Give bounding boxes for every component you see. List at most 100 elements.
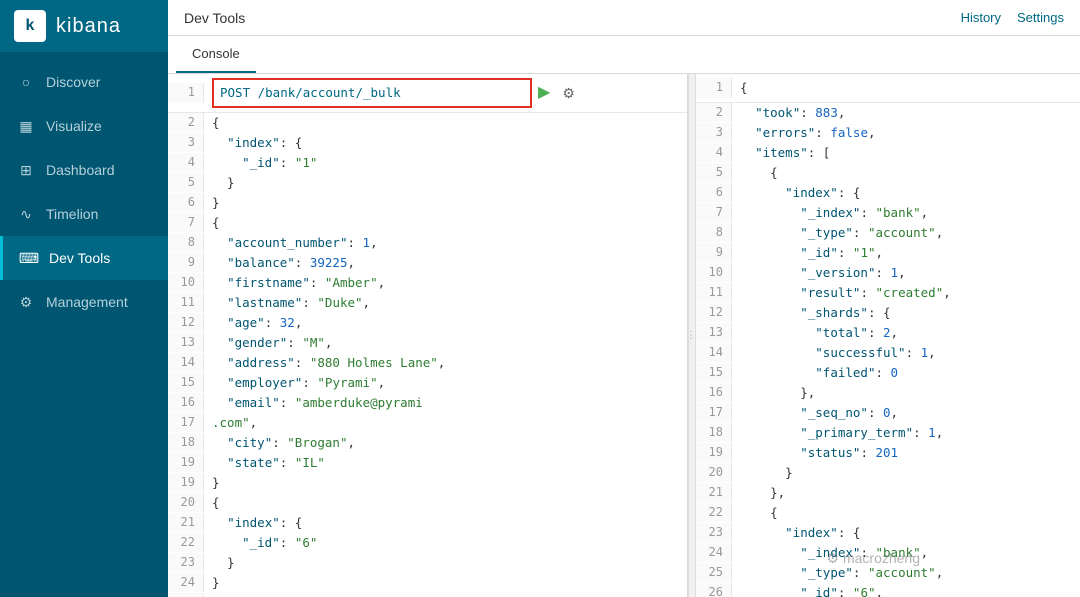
code-line: 9 "balance": 39225, — [168, 253, 687, 273]
line-content: "index": { — [732, 523, 1080, 543]
line-num: 2 — [168, 113, 204, 132]
code-line: 4 "_id": "1" — [168, 153, 687, 173]
output-pane: 1 { 2 "took": 883, 3 "errors": false, 4 … — [696, 74, 1080, 597]
line-content: "_primary_term": 1, — [732, 423, 1080, 443]
line-content: "_id": "1", — [732, 243, 1080, 263]
line-num: 17 — [168, 413, 204, 432]
output-line: 15 "failed": 0 — [696, 363, 1080, 383]
sidebar-item-discover[interactable]: ○ Discover — [0, 60, 168, 104]
line-content: } — [204, 573, 687, 593]
line-content: "result": "created", — [732, 283, 1080, 303]
line-num: 19 — [168, 473, 204, 492]
output-line: 24 "_index": "bank", — [696, 543, 1080, 563]
output-line: 25 "_type": "account", — [696, 563, 1080, 583]
line-num: 9 — [696, 243, 732, 262]
output-line: 5 { — [696, 163, 1080, 183]
output-line: 7 "_index": "bank", — [696, 203, 1080, 223]
url-input-text: POST /bank/account/_bulk — [214, 80, 407, 106]
output-line: 23 "index": { — [696, 523, 1080, 543]
line-content: "items": [ — [732, 143, 1080, 163]
top-bar: Dev Tools History Settings — [168, 0, 1080, 36]
line-content: "_type": "account", — [732, 563, 1080, 583]
line-num: 18 — [696, 423, 732, 442]
code-line: 20 { — [168, 493, 687, 513]
sidebar-item-visualize[interactable]: ▦ Visualize — [0, 104, 168, 148]
line-content: "index": { — [204, 133, 687, 153]
line-content: } — [204, 193, 687, 213]
line-content: "took": 883, — [732, 103, 1080, 123]
app-name: kibana — [56, 15, 121, 38]
line-num: 26 — [696, 583, 732, 597]
sidebar-item-label: Visualize — [46, 118, 102, 134]
line-num: 21 — [696, 483, 732, 502]
pane-divider[interactable]: ⋮ — [688, 74, 696, 597]
line-num: 13 — [168, 333, 204, 352]
line-content: "employer": "Pyrami", — [204, 373, 687, 393]
app-logo: k kibana — [0, 0, 168, 52]
line-content: "successful": 1, — [732, 343, 1080, 363]
devtools-icon: ⌨ — [19, 248, 39, 268]
line-num: 17 — [696, 403, 732, 422]
line-content: "_id": "1" — [204, 153, 687, 173]
line-content: } — [204, 173, 687, 193]
editor-settings-button[interactable]: ⚙ — [556, 83, 581, 104]
line-num: 16 — [696, 383, 732, 402]
line-num: 3 — [696, 123, 732, 142]
code-line: 21 "index": { — [168, 513, 687, 533]
line-num: 4 — [696, 143, 732, 162]
line-num: 11 — [696, 283, 732, 302]
code-line: 5 } — [168, 173, 687, 193]
tab-console[interactable]: Console — [176, 36, 256, 73]
line-content: "errors": false, — [732, 123, 1080, 143]
output-line: 17 "_seq_no": 0, — [696, 403, 1080, 423]
run-button[interactable]: ▶ — [532, 83, 556, 103]
input-pane: 1 POST /bank/account/_bulk ▶ ⚙ 2 { 3 "in… — [168, 74, 688, 597]
sidebar-item-devtools[interactable]: ⌨ Dev Tools — [0, 236, 168, 280]
dashboard-icon: ⊞ — [16, 160, 36, 180]
line-num: 6 — [168, 193, 204, 212]
code-line: 25 { — [168, 593, 687, 597]
sidebar-item-dashboard[interactable]: ⊞ Dashboard — [0, 148, 168, 192]
output-line: 3 "errors": false, — [696, 123, 1080, 143]
line-content: "firstname": "Amber", — [204, 273, 687, 293]
tabs-bar: Console — [168, 36, 1080, 74]
line-content: { — [732, 503, 1080, 523]
output-editor: 1 { 2 "took": 883, 3 "errors": false, 4 … — [696, 74, 1080, 597]
line-num: 21 — [168, 513, 204, 532]
sidebar-item-timelion[interactable]: ∿ Timelion — [0, 192, 168, 236]
line-content: "failed": 0 — [732, 363, 1080, 383]
output-line: 19 "status": 201 — [696, 443, 1080, 463]
line-num: 3 — [168, 133, 204, 152]
output-line: 1 { — [696, 74, 1080, 103]
output-line: 10 "_version": 1, — [696, 263, 1080, 283]
line-num: 25 — [696, 563, 732, 582]
line-content: }, — [732, 483, 1080, 503]
line-content: "_seq_no": 0, — [732, 403, 1080, 423]
line-content: { — [204, 113, 687, 133]
line-content: { — [204, 213, 687, 233]
code-line: 16 "email": "amberduke@pyrami — [168, 393, 687, 413]
settings-link[interactable]: Settings — [1017, 10, 1064, 25]
management-icon: ⚙ — [16, 292, 36, 312]
line-content: "_id": "6", — [732, 583, 1080, 597]
sidebar-item-label: Dev Tools — [49, 250, 110, 266]
line-content: { — [732, 78, 1080, 98]
line-num: 18 — [168, 433, 204, 452]
code-line: 23 } — [168, 553, 687, 573]
line-content: "age": 32, — [204, 313, 687, 333]
output-line: 26 "_id": "6", — [696, 583, 1080, 597]
sidebar-item-management[interactable]: ⚙ Management — [0, 280, 168, 324]
history-link[interactable]: History — [961, 10, 1001, 25]
line-num: 8 — [696, 223, 732, 242]
line-content: "_version": 1, — [732, 263, 1080, 283]
url-input-box[interactable]: POST /bank/account/_bulk — [212, 78, 532, 108]
line-num: 6 — [696, 183, 732, 202]
line-content: }, — [732, 383, 1080, 403]
output-line: 22 { — [696, 503, 1080, 523]
line-num: 4 — [168, 153, 204, 172]
line-num: 7 — [168, 213, 204, 232]
line-num: 7 — [696, 203, 732, 222]
input-editor[interactable]: 1 POST /bank/account/_bulk ▶ ⚙ 2 { 3 "in… — [168, 74, 687, 597]
editor-area: 1 POST /bank/account/_bulk ▶ ⚙ 2 { 3 "in… — [168, 74, 1080, 597]
line-num: 1 — [696, 78, 732, 97]
